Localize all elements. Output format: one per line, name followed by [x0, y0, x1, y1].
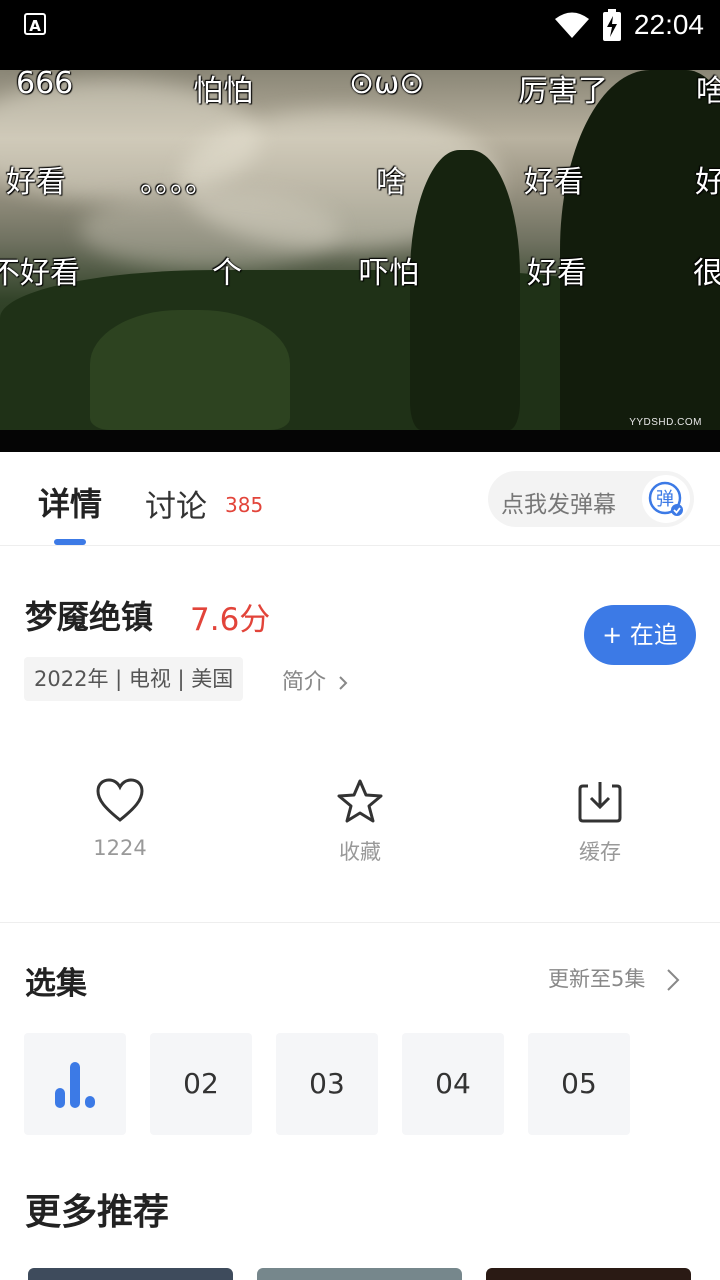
- discussion-count-badge: 385: [225, 493, 264, 517]
- danmaku-comment: ⊙ω⊙: [349, 70, 425, 101]
- playing-indicator-icon: [55, 1062, 95, 1108]
- danmaku-comment: 好: [695, 165, 720, 200]
- heart-icon: [96, 778, 144, 822]
- video-bottom-bar: [0, 430, 720, 452]
- danmaku-comment: 不好看: [0, 256, 80, 291]
- episode-item-current[interactable]: 01: [24, 1033, 126, 1135]
- cache-button[interactable]: 缓存: [525, 778, 675, 866]
- star-icon: [337, 779, 383, 823]
- send-danmaku-button[interactable]: 点我发弹幕 弹: [488, 471, 694, 527]
- danmaku-comment: 啥: [376, 165, 406, 200]
- svg-text:弹: 弹: [656, 489, 674, 510]
- danmaku-comment: 怕怕: [193, 74, 253, 109]
- danmaku-comment: 啥: [696, 74, 720, 109]
- episodes-update-link[interactable]: 更新至5集: [548, 963, 682, 993]
- intro-label: 简介: [282, 670, 327, 695]
- danmaku-comment: 厉害了: [518, 74, 608, 109]
- video-watermark: YYDSHD.COM: [629, 417, 702, 428]
- episodes-section-title: 选集: [25, 966, 87, 1002]
- download-icon: [578, 782, 622, 823]
- episode-item[interactable]: 05: [528, 1033, 630, 1135]
- chevron-right-icon: [339, 676, 348, 690]
- danmaku-comment: 吓怕: [359, 256, 419, 291]
- battery-charging-icon: [602, 9, 621, 41]
- episode-item[interactable]: 03: [276, 1033, 378, 1135]
- follow-button[interactable]: + 在追: [584, 605, 696, 665]
- show-title: 梦魇绝镇: [25, 598, 154, 636]
- like-count: 1224: [93, 836, 147, 860]
- send-danmaku-label: 点我发弹幕: [501, 492, 616, 518]
- danmaku-comment: 好看: [527, 256, 587, 291]
- recommendation-thumbnail[interactable]: [257, 1268, 462, 1280]
- video-player[interactable]: 666 怕怕 ⊙ω⊙ 厉害了 啥 好看 。。。。 啥 好看 好 不好看 个 吓怕…: [0, 70, 720, 452]
- recommendation-thumbnail[interactable]: [486, 1268, 691, 1280]
- danmaku-comment: 。。。。: [140, 165, 215, 200]
- danmaku-comment: 个: [212, 256, 242, 291]
- tab-discussion[interactable]: 讨论: [145, 481, 207, 526]
- recommendation-thumbnail[interactable]: [28, 1268, 233, 1280]
- app-notification-icon: A: [24, 13, 46, 35]
- danmaku-comment: 好看: [6, 165, 66, 200]
- chevron-right-icon: [667, 969, 680, 991]
- detail-tabs: 详情 讨论 385 点我发弹幕 弹: [0, 453, 720, 546]
- intro-link[interactable]: 简介: [282, 664, 349, 696]
- episodes-update-text: 更新至5集: [548, 967, 646, 991]
- wifi-icon: [554, 12, 589, 38]
- danmaku-comment: 很: [693, 256, 720, 291]
- section-divider: [0, 922, 720, 923]
- more-recommendations-title: 更多推荐: [25, 1192, 170, 1233]
- show-meta-tag: 2022年 | 电视 | 美国: [24, 657, 244, 701]
- clock: 22:04: [633, 9, 704, 40]
- status-bar: A 22:04: [0, 0, 720, 70]
- tab-details[interactable]: 详情: [38, 479, 102, 525]
- danmaku-toggle-icon[interactable]: 弹: [642, 475, 690, 523]
- tab-active-indicator: [54, 539, 86, 545]
- danmaku-comment: 好看: [524, 165, 584, 200]
- cache-label: 缓存: [579, 840, 621, 864]
- collect-button[interactable]: 收藏: [285, 778, 435, 866]
- show-rating: 7.6分: [190, 602, 271, 638]
- danmaku-comment: 666: [16, 70, 74, 101]
- action-row: 1224 收藏 缓存: [0, 778, 720, 888]
- collect-label: 收藏: [339, 840, 381, 864]
- like-button[interactable]: 1224: [45, 778, 195, 860]
- episode-item[interactable]: 02: [150, 1033, 252, 1135]
- episode-item[interactable]: 04: [402, 1033, 504, 1135]
